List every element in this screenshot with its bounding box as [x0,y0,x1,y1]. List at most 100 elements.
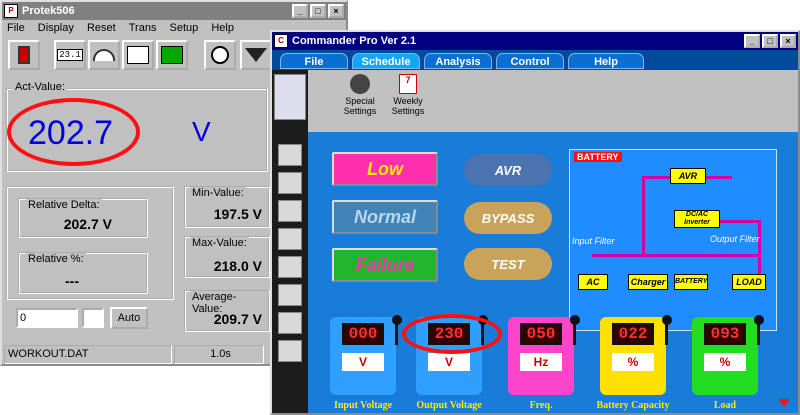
commander-window: C Commander Pro Ver 2.1 _ □ × File Sched… [270,30,800,415]
relative-delta-value: 202.7 V [63,216,112,232]
sidebar-message-icon[interactable] [278,228,302,250]
menu-file[interactable]: File [2,20,30,36]
cmd-minimize-button[interactable]: _ [744,34,760,48]
meter-output-voltage-unit: V [428,353,470,371]
lever-stem [395,323,398,345]
meter-frequency-unit: Hz [520,353,562,371]
test-button[interactable]: TEST [464,248,552,280]
protek-titlebar[interactable]: P Protek506 _ □ × [2,2,346,20]
cmd-close-button[interactable]: × [780,34,796,48]
meter-battery-capacity-unit: % [612,353,654,371]
act-value-label: Act-Value: [13,81,67,93]
avg-value: 209.7 V [213,311,262,327]
line-left-vert [642,176,645,254]
cmd-maximize-button[interactable]: □ [762,34,778,48]
menu-help[interactable]: Help [206,20,239,36]
filter-button[interactable] [240,40,272,70]
diag-input-filter: Input Filter [572,236,615,246]
menu-reset[interactable]: Reset [82,20,121,36]
meter-input-voltage-value: 000 [342,323,384,345]
timer-button[interactable] [204,40,236,70]
min-value: 197.5 V [213,206,262,222]
bypass-button[interactable]: BYPASS [464,202,552,234]
lever-knob [754,315,764,325]
mode-failure-label: Failure [355,254,415,275]
maximize-button[interactable]: □ [310,4,326,18]
diag-charger: Charger [628,274,668,290]
auto-button[interactable]: Auto [110,307,148,329]
graph-button[interactable] [156,40,188,70]
lever-stem [757,323,760,345]
digital-display-button[interactable]: 23.1 [54,40,86,70]
app-icon[interactable]: P [4,4,18,18]
grid-display-icon [127,46,149,64]
meter-input-voltage-unit: V [342,353,384,371]
meter-frequency-label: Freq. [529,400,553,411]
tab-file[interactable]: File [280,53,348,69]
meter-load-unit: % [704,353,746,371]
weekly-settings-button[interactable]: 7 Weekly Settings [386,74,430,116]
commander-tabbar: File Schedule Analysis Control Help [272,50,798,70]
test-label: TEST [491,256,525,272]
relative-delta-label: Relative Delta: [26,199,102,211]
mode-failure-button[interactable]: Failure [332,248,438,282]
scroll-down-arrow-icon[interactable] [778,399,790,407]
tab-help[interactable]: Help [568,53,644,69]
sidebar-alarm-icon[interactable] [278,312,302,334]
special-settings-button[interactable]: Special Settings [338,74,382,116]
close-button[interactable]: × [328,4,344,18]
sidebar-search-icon[interactable] [278,284,302,306]
diag-output-filter: Output Filter [710,234,760,244]
line-right-vert [758,220,761,274]
commander-titlebar[interactable]: C Commander Pro Ver 2.1 _ □ × [272,32,798,50]
lever-knob [662,315,672,325]
meter-output-voltage-label: Output Voltage [416,400,482,411]
multi-display-button[interactable] [122,40,154,70]
sidebar-label-icon[interactable] [278,200,302,222]
avr-button[interactable]: AVR [464,154,552,186]
analog-gauge-button[interactable] [88,40,120,70]
menu-setup[interactable]: Setup [165,20,204,36]
max-value: 218.0 V [213,258,262,274]
commander-app-icon[interactable]: C [274,34,288,48]
brand-logo-icon [274,74,306,120]
status-file: WORKOUT.DAT [4,345,172,364]
mode-normal-button[interactable]: Normal [332,200,438,234]
filter-icon [245,48,267,62]
max-label: Max-Value: [190,237,249,249]
meter-frequency: 050 Hz [508,315,580,395]
tab-control[interactable]: Control [496,53,564,69]
highlight-ellipse-right [402,314,502,354]
menu-display[interactable]: Display [33,20,79,36]
sidebar-ups-icon[interactable] [278,172,302,194]
weekly-calendar-icon: 7 [399,74,417,94]
door-icon [18,46,30,64]
blank-field[interactable] [82,308,104,328]
diag-ac: AC [578,274,608,290]
special-settings-icon [350,74,370,94]
commander-sidebar [272,70,308,413]
meter-battery-capacity: 022 % [600,315,672,395]
sidebar-calendar-icon[interactable] [278,256,302,278]
meter-frequency-value: 050 [520,323,562,345]
diag-dcac: DC/AC Inverter [674,210,720,228]
tab-analysis[interactable]: Analysis [424,53,492,69]
line-bottom [592,254,760,257]
sidebar-tool-icon[interactable] [278,144,302,166]
sidebar-meter-icon[interactable] [278,340,302,362]
relative-pct-value: --- [65,273,79,289]
meter-input-voltage-label: Input Voltage [333,400,393,411]
menu-trans[interactable]: Trans [124,20,162,36]
tab-schedule[interactable]: Schedule [352,53,420,69]
mode-low-button[interactable]: Low [332,152,438,186]
highlight-ellipse-left [7,98,140,166]
offset-input[interactable]: 0 [16,308,78,328]
meter-input-voltage: 000 V [330,315,402,395]
diag-avr: AVR [670,168,706,184]
lever-knob [570,315,580,325]
special-settings-label: Special Settings [343,96,377,116]
meter-load-label: Load [713,400,737,411]
exit-door-button[interactable] [8,40,40,70]
minimize-button[interactable]: _ [292,4,308,18]
meter-battery-capacity-value: 022 [612,323,654,345]
